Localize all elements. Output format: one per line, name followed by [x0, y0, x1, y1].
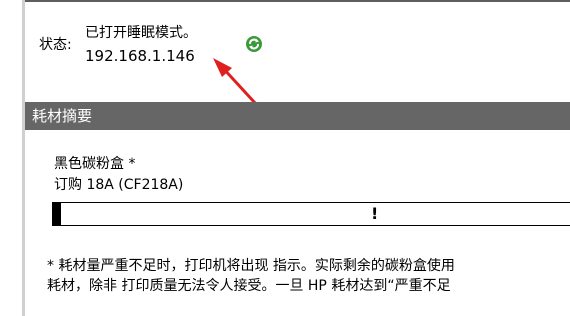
supplies-section-header: 耗材摘要	[25, 102, 570, 130]
supply-name: 黑色碳粉盒 *	[54, 156, 136, 172]
supply-note-line-1: * 耗材量严重不足时，打印机将出现 指示。实际剩余的碳粉盒使用	[47, 258, 455, 274]
supply-note-line-2: 耗材，除非 打印质量无法令人接受。一旦 HP 耗材达到“严重不足	[47, 278, 451, 294]
status-label: 状态:	[39, 37, 72, 53]
printer-ip-address: 192.168.1.146	[85, 47, 195, 65]
low-toner-warning-mark: !	[371, 204, 379, 223]
left-border	[0, 0, 25, 316]
top-divider	[25, 0, 570, 2]
status-text: 已打开睡眠模式。	[85, 25, 197, 41]
toner-level-fill	[53, 203, 61, 225]
refresh-icon[interactable]	[245, 35, 263, 53]
supply-order-number: 订购 18A (CF218A)	[54, 177, 184, 193]
toner-level-bar: !	[52, 202, 570, 226]
supply-note: * 耗材量严重不足时，打印机将出现 指示。实际剩余的碳粉盒使用 耗材，除非 打印…	[47, 256, 570, 296]
